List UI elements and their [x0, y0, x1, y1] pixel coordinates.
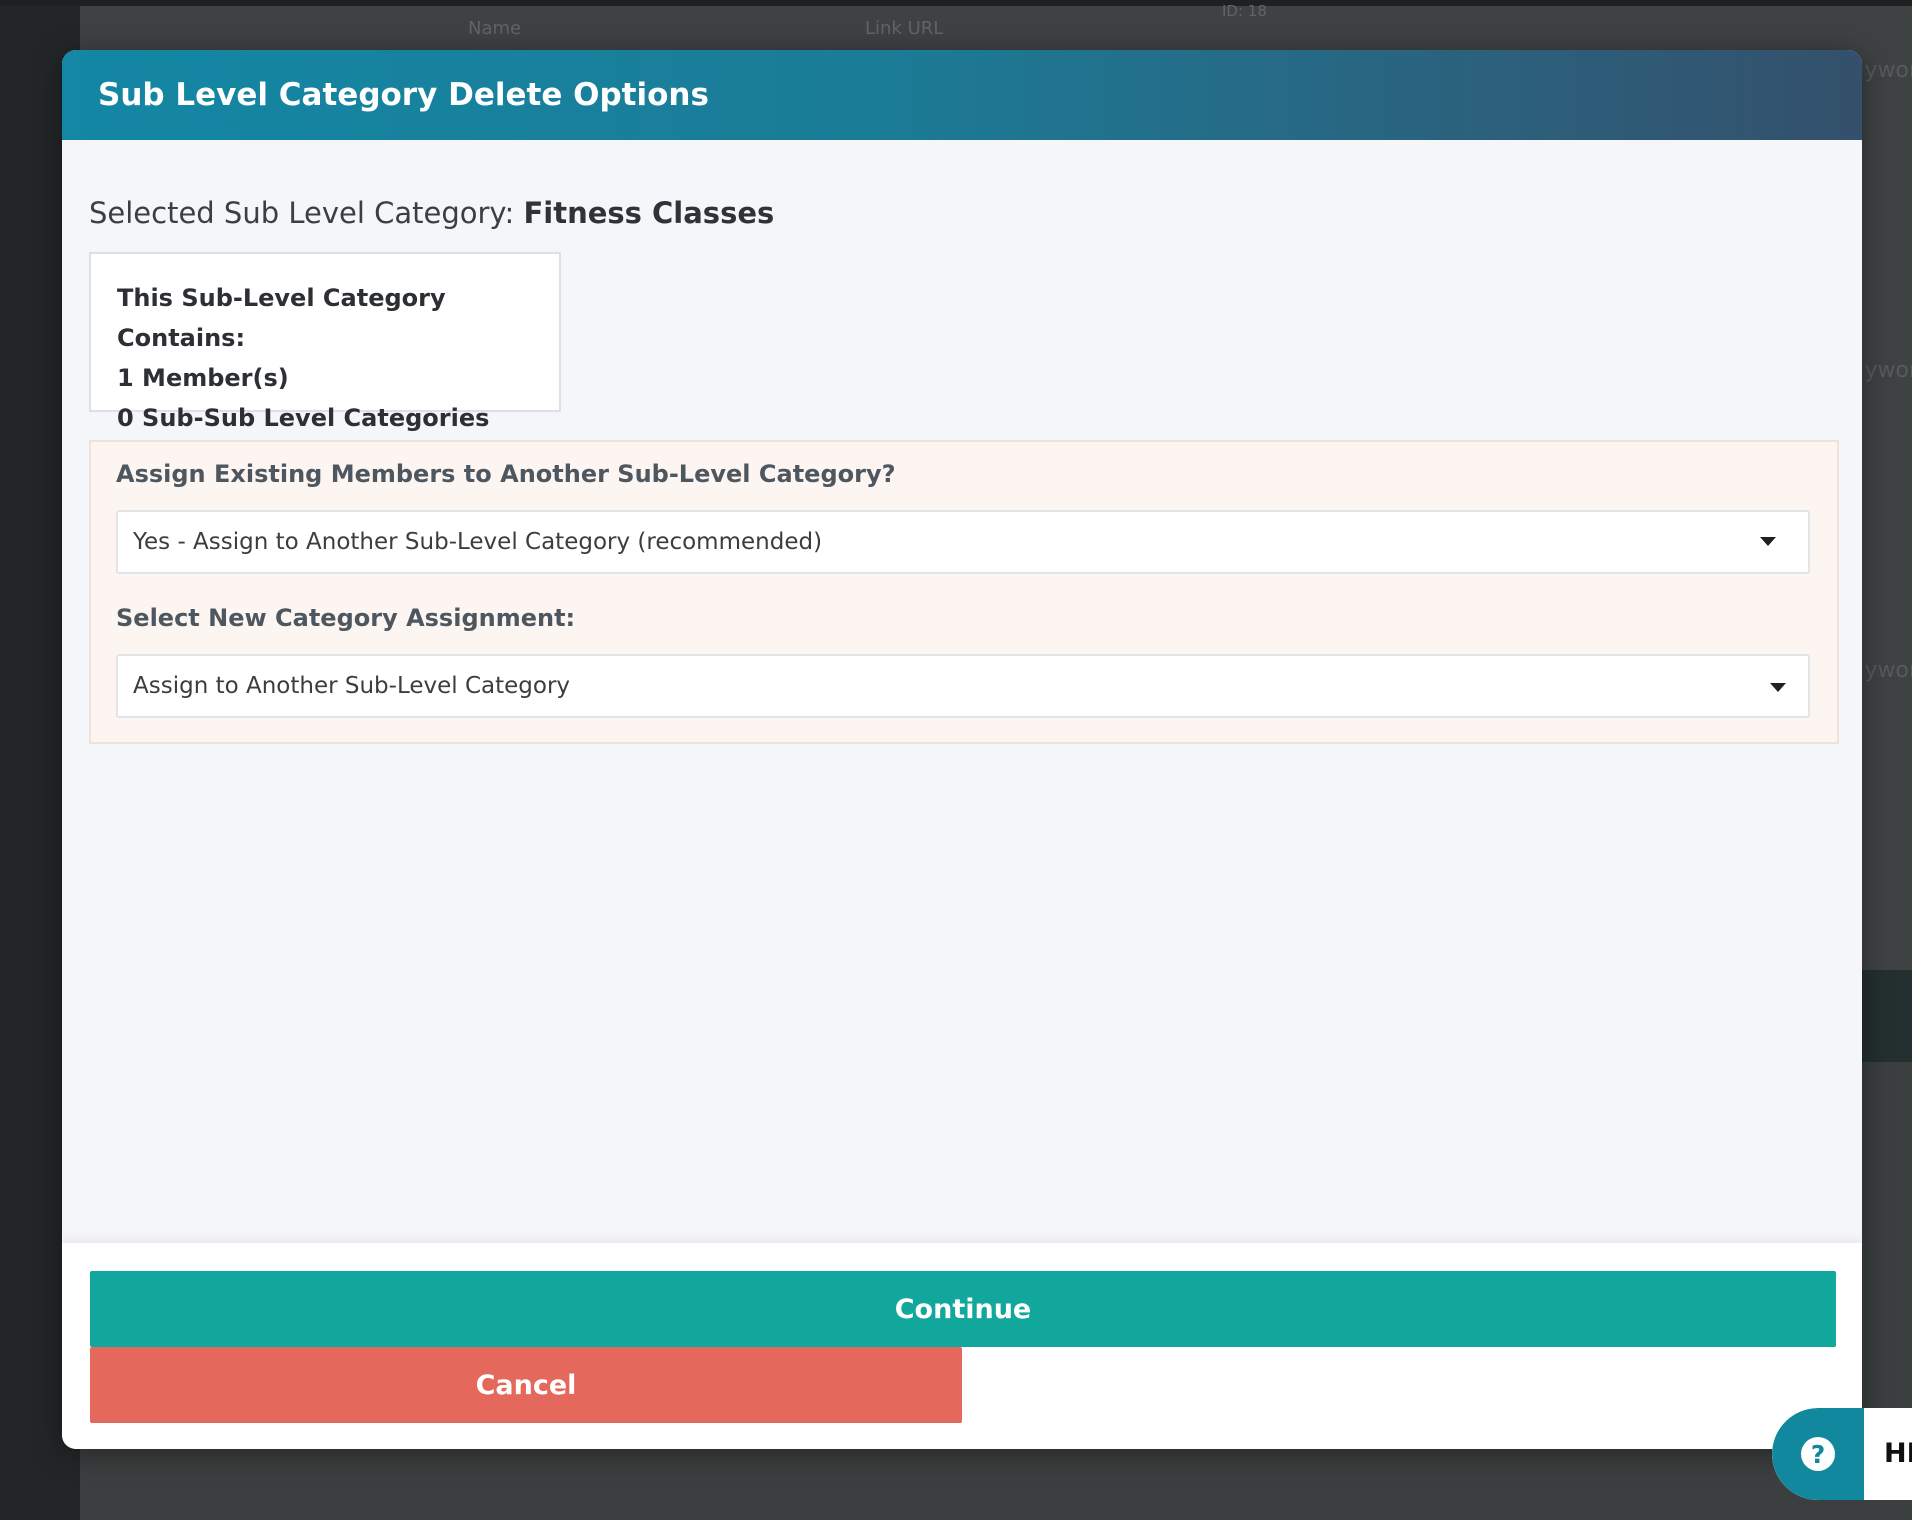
new-category-select[interactable]: Assign to Another Sub-Level Category [116, 654, 1810, 718]
help-widget[interactable]: ? HE [1772, 1408, 1912, 1500]
member-count: 1 Member(s) [117, 364, 289, 392]
background-header-name: Name [468, 18, 522, 39]
assign-question-select[interactable]: Yes - Assign to Another Sub-Level Catego… [116, 510, 1810, 574]
help-label: HE [1884, 1438, 1912, 1469]
background-fragment: ywor [1864, 358, 1912, 383]
background-header-id: ID: 18 [1222, 2, 1267, 20]
contents-heading: This Sub-Level Category Contains: [117, 284, 446, 352]
continue-button[interactable]: Continue [90, 1271, 1836, 1347]
category-contents-box: This Sub-Level Category Contains: 1 Memb… [89, 252, 561, 432]
background-panel [1862, 970, 1912, 1062]
help-circle: ? [1772, 1408, 1864, 1500]
question-icon: ? [1801, 1437, 1835, 1471]
assign-members-panel: Assign Existing Members to Another Sub-L… [89, 440, 1839, 744]
new-category-value: Assign to Another Sub-Level Category [133, 673, 571, 699]
modal-body: Selected Sub Level Category: Fitness Cla… [62, 140, 1862, 744]
background-fragment: ywor [1864, 658, 1912, 683]
background-header-link-url: Link URL [865, 18, 944, 39]
subcategory-count: 0 Sub-Sub Level Categories [117, 404, 490, 432]
caret-down-icon [1770, 683, 1786, 692]
modal-title: Sub Level Category Delete Options [98, 77, 709, 113]
assign-question-value: Yes - Assign to Another Sub-Level Catego… [133, 529, 823, 555]
new-category-label: Select New Category Assignment: [116, 604, 576, 632]
delete-options-modal: Sub Level Category Delete Options Select… [62, 50, 1862, 1449]
cancel-button[interactable]: Cancel [90, 1347, 962, 1423]
selected-category-line: Selected Sub Level Category: Fitness Cla… [89, 196, 1836, 230]
modal-header: Sub Level Category Delete Options [62, 50, 1862, 140]
modal-footer: Continue Cancel [62, 1243, 1862, 1449]
selected-category-label: Selected Sub Level Category: [89, 196, 515, 230]
caret-down-icon [1760, 537, 1776, 546]
assign-question-label: Assign Existing Members to Another Sub-L… [116, 460, 896, 488]
background-fragment: ywor [1864, 58, 1912, 83]
selected-category-value: Fitness Classes [523, 196, 775, 230]
